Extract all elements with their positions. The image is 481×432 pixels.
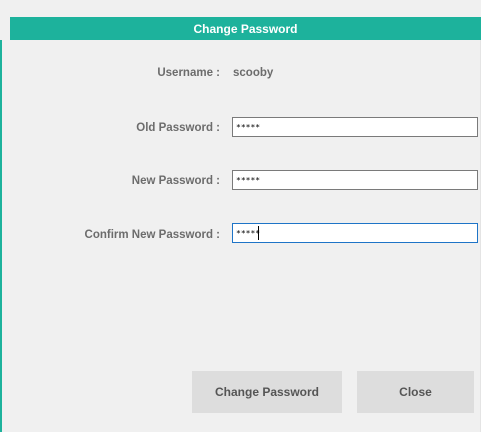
username-label: Username : [157,67,220,79]
close-button[interactable]: Close [357,371,474,413]
username-value: scooby [233,67,274,79]
confirm-password-label: Confirm New Password : [84,229,220,241]
dialog-title: Change Password [193,21,298,36]
old-password-field[interactable] [232,117,478,137]
change-password-dialog: Change Password Username : scooby Old Pa… [0,0,481,432]
new-password-label: New Password : [131,175,220,187]
confirm-password-field[interactable] [232,223,478,243]
old-password-label: Old Password : [136,122,220,134]
text-caret [258,226,259,240]
dialog-border-left [0,40,2,432]
new-password-field[interactable] [232,170,478,190]
change-password-button[interactable]: Change Password [192,371,342,413]
dialog-titlebar[interactable]: Change Password [10,17,481,40]
